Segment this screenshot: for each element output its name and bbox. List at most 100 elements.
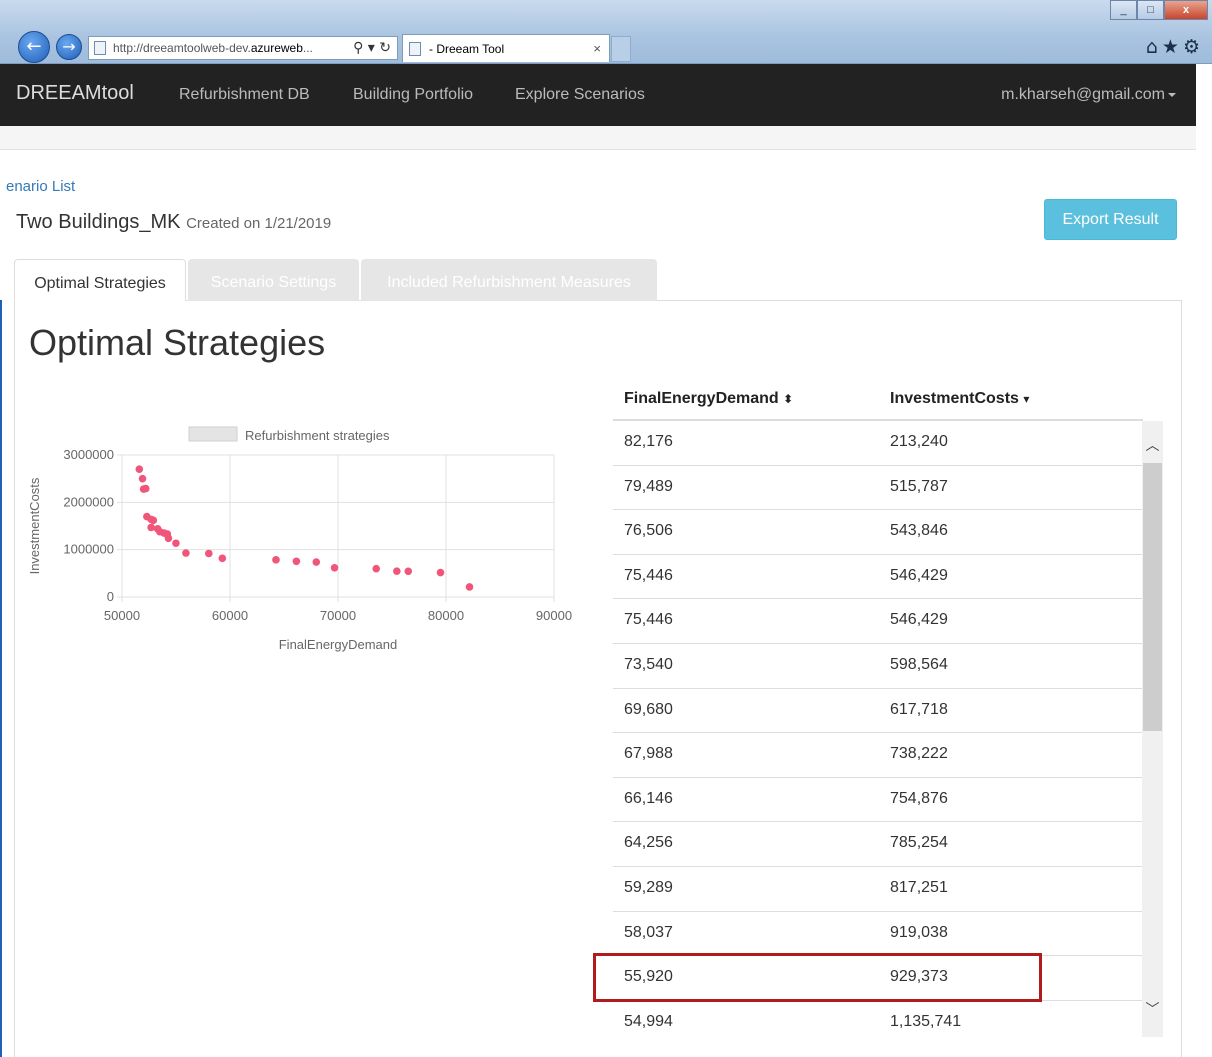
browser-tab[interactable]: - Dreeam Tool × bbox=[402, 34, 610, 62]
url-bold: azureweb bbox=[250, 41, 303, 55]
nav-building-portfolio[interactable]: Building Portfolio bbox=[353, 86, 473, 104]
url-prefix: http://dreeamtoolweb-dev. bbox=[113, 41, 251, 55]
scrollbar-thumb[interactable] bbox=[1143, 463, 1162, 731]
table-row[interactable]: 58,037 919,038 bbox=[613, 912, 1143, 957]
tab-optimal-strategies[interactable]: Optimal Strategies bbox=[14, 259, 186, 301]
table-scrollbar[interactable]: ︿ ﹀ bbox=[1142, 421, 1163, 1037]
tab-scenario-settings[interactable]: Scenario Settings bbox=[188, 259, 359, 301]
y-tick-label: 2000000 bbox=[63, 494, 114, 509]
user-menu[interactable]: m.kharseh@gmail.com bbox=[1001, 86, 1176, 104]
cell-final-energy-demand: 79,489 bbox=[624, 477, 673, 495]
scatter-point bbox=[204, 549, 213, 558]
scatter-point bbox=[292, 557, 301, 566]
cell-final-energy-demand: 75,446 bbox=[624, 611, 673, 629]
window-buttons: _ □ x bbox=[1110, 0, 1208, 20]
new-tab-button[interactable] bbox=[611, 36, 631, 62]
table-row[interactable]: 75,446 546,429 bbox=[613, 599, 1143, 644]
sort-both-icon: ⬍ bbox=[783, 392, 794, 406]
table-row[interactable]: 73,540 598,564 bbox=[613, 644, 1143, 689]
table-row[interactable]: 54,994 1,135,741 bbox=[613, 1001, 1143, 1044]
scatter-point bbox=[149, 516, 158, 525]
table-row[interactable]: 59,289 817,251 bbox=[613, 867, 1143, 912]
tab-page-icon bbox=[409, 42, 421, 56]
x-tick-label: 80000 bbox=[428, 608, 464, 623]
cell-investment-costs: 754,876 bbox=[890, 789, 948, 807]
cell-final-energy-demand: 66,146 bbox=[624, 789, 673, 807]
cell-final-energy-demand: 55,920 bbox=[624, 968, 673, 986]
cell-investment-costs: 213,240 bbox=[890, 433, 948, 450]
table-row[interactable]: 79,489 515,787 bbox=[613, 466, 1143, 511]
scatter-point bbox=[272, 556, 280, 564]
chart-svg: 50000 60000 70000 80000 90000 0 1000000 2000000… bbox=[27, 426, 572, 652]
page-icon bbox=[94, 41, 106, 55]
x-tick-label: 70000 bbox=[320, 608, 356, 623]
close-window-button[interactable]: x bbox=[1164, 0, 1208, 20]
cell-final-energy-demand: 69,680 bbox=[624, 700, 673, 718]
export-result-button[interactable]: Export Result bbox=[1044, 199, 1177, 240]
scatter-point bbox=[218, 554, 227, 563]
minimize-button[interactable]: _ bbox=[1110, 0, 1137, 20]
cell-final-energy-demand: 73,540 bbox=[624, 655, 673, 673]
cell-investment-costs: 738,222 bbox=[890, 745, 948, 763]
browser-chrome: ← → http://dreeamtoolweb-dev.azureweb...… bbox=[0, 0, 1212, 64]
scatter-point bbox=[147, 523, 155, 532]
scatter-point bbox=[465, 583, 474, 591]
scatter-point bbox=[330, 563, 339, 572]
scenario-title: Two Buildings_MK Created on 1/21/2019 bbox=[16, 211, 331, 234]
y-tick-label: 0 bbox=[107, 589, 114, 604]
section-heading: Optimal Strategies bbox=[29, 322, 326, 363]
breadcrumb-scenario-list[interactable]: enario List bbox=[6, 178, 75, 195]
table-row[interactable]: 76,506 543,846 bbox=[613, 510, 1143, 555]
x-tick-label: 90000 bbox=[536, 608, 572, 623]
scatter-point bbox=[372, 564, 381, 573]
address-bar[interactable]: http://dreeamtoolweb-dev.azureweb... ⚲ ▾… bbox=[88, 36, 398, 60]
cell-investment-costs: 1,135,741 bbox=[890, 1012, 962, 1030]
scatter-point bbox=[404, 567, 413, 576]
scroll-up-icon[interactable]: ︿ bbox=[1142, 435, 1163, 455]
brand-link[interactable]: DREEAMtool bbox=[16, 82, 134, 105]
x-tick-label: 50000 bbox=[104, 608, 140, 623]
table-row[interactable]: 67,988 738,222 bbox=[613, 733, 1143, 778]
table-row[interactable]: 69,680 617,718 bbox=[613, 689, 1143, 734]
y-tick-label: 1000000 bbox=[63, 542, 114, 557]
scroll-down-icon[interactable]: ﹀ bbox=[1142, 999, 1163, 1019]
table-row[interactable]: 64,256 785,254 bbox=[613, 822, 1143, 867]
scatter-point bbox=[393, 567, 401, 575]
cell-investment-costs: 785,254 bbox=[890, 834, 948, 852]
legend-label: Refurbishment strategies bbox=[245, 428, 390, 443]
cell-final-energy-demand: 67,988 bbox=[624, 745, 673, 763]
url-suffix: ... bbox=[302, 41, 313, 55]
table-row[interactable]: 66,146 754,876 bbox=[613, 778, 1143, 823]
user-email: m.kharseh@gmail.com bbox=[1001, 86, 1165, 103]
tab-included-measures[interactable]: Included Refurbishment Measures bbox=[361, 259, 657, 301]
table-row[interactable]: 55,920 929,373 bbox=[613, 956, 1143, 1001]
cell-investment-costs: 817,251 bbox=[890, 878, 948, 896]
back-arrow-icon[interactable]: ← bbox=[18, 31, 50, 63]
maximize-button[interactable]: □ bbox=[1137, 0, 1164, 20]
sort-desc-icon: ▾ bbox=[1023, 392, 1030, 406]
cell-investment-costs: 546,429 bbox=[890, 611, 948, 629]
forward-arrow-icon[interactable]: → bbox=[56, 34, 82, 60]
nav-refurbishment-db[interactable]: Refurbishment DB bbox=[179, 86, 310, 104]
table-body: 82,176 213,240 79,489 515,787 76,506 543,846 7… bbox=[613, 421, 1143, 1044]
table-row[interactable]: 75,446 546,429 bbox=[613, 555, 1143, 600]
scatter-point bbox=[138, 474, 147, 483]
header-investment-costs[interactable]: InvestmentCosts ▾ bbox=[890, 390, 1029, 408]
tab-title: - Dreeam Tool bbox=[429, 42, 505, 56]
home-favorites-settings-icons[interactable]: ⌂★⚙ bbox=[1146, 36, 1204, 58]
cell-investment-costs: 515,787 bbox=[890, 477, 948, 495]
header-final-energy-demand[interactable]: FinalEnergyDemand ⬍ bbox=[624, 390, 793, 408]
table-row[interactable]: 82,176 213,240 bbox=[613, 421, 1143, 466]
scatter-point bbox=[436, 568, 445, 577]
y-tick-label: 3000000 bbox=[63, 447, 114, 462]
scatter-point bbox=[182, 549, 190, 557]
nav-explore-scenarios[interactable]: Explore Scenarios bbox=[515, 86, 645, 104]
address-tools-icons[interactable]: ⚲ ▾ ↻ bbox=[353, 37, 391, 59]
scatter-point bbox=[164, 534, 173, 543]
scatter-point bbox=[172, 539, 180, 548]
x-axis-label: FinalEnergyDemand bbox=[279, 637, 398, 652]
cell-investment-costs: 929,373 bbox=[890, 968, 948, 986]
x-tick-label: 60000 bbox=[212, 608, 248, 623]
tab-close-icon[interactable]: × bbox=[593, 35, 601, 63]
created-date: Created on 1/21/2019 bbox=[186, 215, 332, 232]
